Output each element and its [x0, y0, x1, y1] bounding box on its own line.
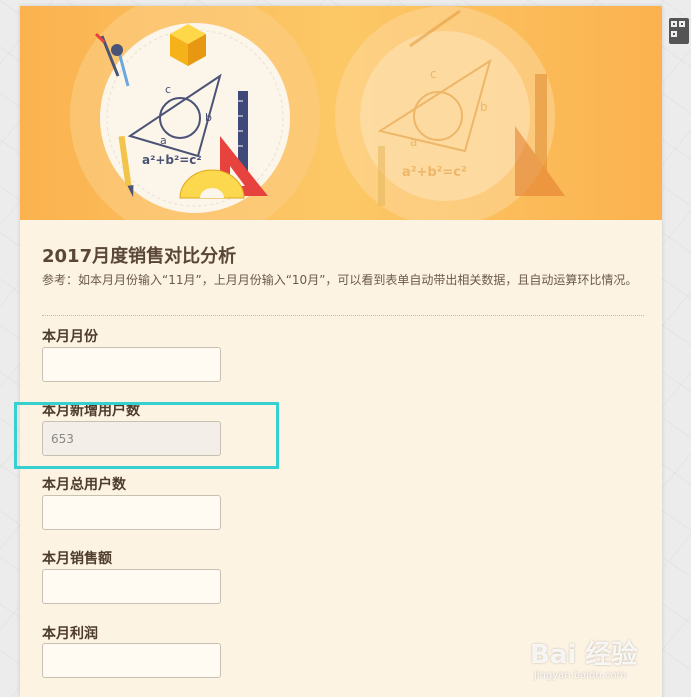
form-title: 2017月度销售对比分析 [42, 246, 237, 267]
banner-illustration: c b a a²+b²=c² c b a a²+b²=c² [70, 6, 565, 220]
sales-input[interactable] [42, 569, 221, 604]
total-users-input[interactable] [42, 495, 221, 530]
form-card: c b a a²+b²=c² c b a a²+b²=c² 2017月度销售对比… [20, 6, 662, 697]
field-label-sales: 本月销售额 [42, 551, 112, 567]
svg-text:b: b [205, 111, 212, 124]
field-label-profit: 本月利润 [42, 626, 98, 642]
svg-text:a²+b²=c²: a²+b²=c² [402, 165, 467, 180]
current-month-input[interactable] [42, 347, 221, 382]
baidu-watermark: Bai 经验 jingyan.baidu.com [530, 630, 690, 690]
field-label-current-month: 本月月份 [42, 329, 98, 345]
field-label-total-users: 本月总用户数 [42, 477, 126, 493]
divider [42, 315, 644, 316]
svg-text:a²+b²=c²: a²+b²=c² [142, 153, 202, 167]
highlight-annotation [14, 402, 279, 469]
watermark-url: jingyan.baidu.com [534, 670, 627, 681]
form-description: 参考：如本月月份输入“11月”，上月月份输入“10月”，可以看到表单自动带出相关… [42, 273, 638, 287]
svg-text:c: c [430, 67, 437, 81]
svg-text:c: c [165, 83, 171, 96]
watermark-brand: Bai 经验 [530, 640, 638, 670]
form-banner: c b a a²+b²=c² c b a a²+b²=c² [20, 6, 662, 220]
qr-code-icon[interactable] [669, 18, 689, 44]
svg-text:a: a [410, 135, 417, 149]
profit-input[interactable] [42, 643, 221, 678]
svg-text:a: a [160, 134, 167, 147]
svg-text:b: b [480, 100, 488, 114]
